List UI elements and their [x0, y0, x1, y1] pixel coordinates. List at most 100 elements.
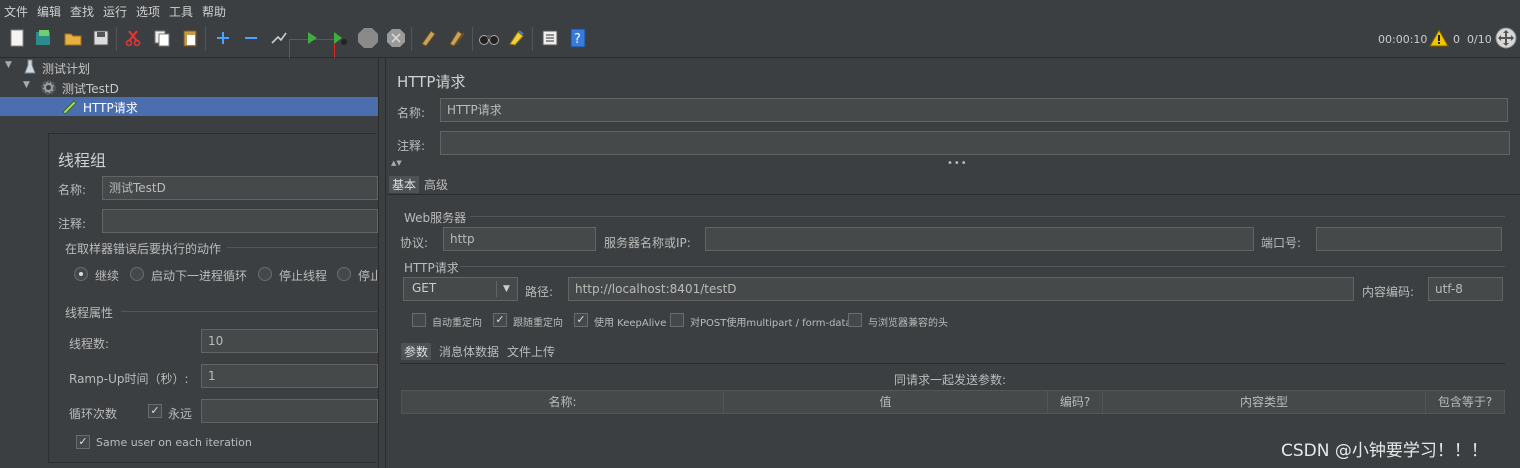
- vertical-splitter[interactable]: [378, 58, 386, 468]
- tab-basic[interactable]: 基本: [389, 176, 420, 193]
- column-header-content-type[interactable]: 内容类型: [1102, 390, 1426, 414]
- start-icon[interactable]: [301, 27, 323, 49]
- thread-count-input[interactable]: 10: [201, 329, 378, 353]
- collapse-arrows-icon[interactable]: ▲▼: [391, 159, 402, 167]
- encoding-label: 内容编码:: [1362, 285, 1415, 299]
- stop-icon[interactable]: [357, 27, 379, 49]
- split-handle-icon[interactable]: •••: [947, 158, 968, 169]
- tab-params[interactable]: 参数: [401, 343, 432, 360]
- toolbar-separator: [116, 27, 117, 51]
- menu-find[interactable]: 查找: [70, 3, 94, 20]
- path-label: 路径:: [525, 285, 554, 299]
- radio-next-loop[interactable]: [130, 267, 144, 281]
- server-label: 服务器名称或IP:: [604, 236, 691, 250]
- search-icon[interactable]: [478, 27, 500, 49]
- server-input[interactable]: [705, 227, 1254, 251]
- radio-stop-thread[interactable]: [258, 267, 272, 281]
- group-divider: [227, 247, 377, 248]
- tree-node-test-plan[interactable]: ▼ 测试计划: [0, 58, 378, 77]
- toolbar-separator: [532, 27, 533, 51]
- new-icon[interactable]: [6, 27, 28, 49]
- column-header-name[interactable]: 名称:: [401, 390, 724, 414]
- tree-node-thread-group[interactable]: ▼ 测试TestD: [0, 78, 378, 97]
- templates-icon[interactable]: [32, 27, 54, 49]
- forever-checkbox[interactable]: ✓: [148, 404, 162, 418]
- column-header-value[interactable]: 值: [723, 390, 1048, 414]
- chevron-down-icon[interactable]: ▼: [5, 60, 12, 70]
- help-icon[interactable]: ?: [567, 27, 589, 49]
- menu-help[interactable]: 帮助: [202, 3, 226, 20]
- expand-icon[interactable]: [212, 27, 234, 49]
- menu-edit[interactable]: 编辑: [37, 3, 61, 20]
- same-user-label: Same user on each iteration: [96, 436, 252, 449]
- tree-node-http-request[interactable]: HTTP请求: [0, 97, 378, 116]
- radio-continue[interactable]: [74, 267, 88, 281]
- keepalive-checkbox[interactable]: ✓: [574, 313, 588, 327]
- warning-icon[interactable]: [1429, 28, 1449, 50]
- thread-count-label: 线程数:: [69, 337, 110, 351]
- rampup-input[interactable]: 1: [201, 364, 378, 388]
- rampup-label: Ramp-Up时间（秒）:: [69, 372, 189, 386]
- menu-tools[interactable]: 工具: [169, 3, 193, 20]
- paste-icon[interactable]: [179, 27, 201, 49]
- method-value: GET: [412, 281, 437, 295]
- test-plan-tree: ▼ 测试计划 ▼ 测试TestD HTTP请求: [0, 58, 378, 118]
- clear-icon[interactable]: [417, 27, 439, 49]
- radio-stop-test[interactable]: [337, 267, 351, 281]
- sampler-name-input[interactable]: HTTP请求: [440, 98, 1508, 122]
- gear-icon: [40, 79, 57, 99]
- keepalive-label: 使用 KeepAlive: [594, 318, 667, 329]
- sampler-comment-input[interactable]: [440, 131, 1510, 155]
- menu-options[interactable]: 选项: [136, 3, 160, 20]
- browser-headers-checkbox[interactable]: [848, 313, 862, 327]
- open-icon[interactable]: [62, 27, 84, 49]
- follow-redirect-label: 跟随重定向: [513, 318, 563, 329]
- loop-count-input[interactable]: [201, 399, 378, 423]
- column-header-include-equals[interactable]: 包含等于?: [1425, 390, 1505, 414]
- same-user-checkbox[interactable]: ✓: [76, 435, 90, 449]
- cut-icon[interactable]: [122, 27, 144, 49]
- encoding-input[interactable]: utf-8: [1428, 277, 1503, 301]
- tree-node-label: HTTP请求: [83, 101, 138, 115]
- function-helper-icon[interactable]: [539, 27, 561, 49]
- tree-node-label: 测试计划: [42, 62, 91, 76]
- auto-redirect-checkbox[interactable]: [412, 313, 426, 327]
- pipette-icon: [61, 98, 79, 117]
- protocol-input[interactable]: http: [443, 227, 596, 251]
- menu-run[interactable]: 运行: [103, 3, 127, 20]
- shutdown-icon[interactable]: [385, 27, 407, 49]
- clear-all-icon[interactable]: [446, 27, 468, 49]
- follow-redirect-checkbox[interactable]: ✓: [493, 313, 507, 327]
- tab-file-upload[interactable]: 文件上传: [504, 343, 558, 360]
- tab-body-data[interactable]: 消息体数据: [436, 343, 502, 360]
- port-input[interactable]: [1316, 227, 1502, 251]
- chevron-down-icon[interactable]: ▼: [23, 80, 30, 90]
- remote-status-icon[interactable]: [1495, 27, 1517, 52]
- menu-file[interactable]: 文件: [4, 3, 28, 20]
- thread-group-comment-input[interactable]: [102, 209, 378, 233]
- http-request-title: HTTP请求: [404, 261, 459, 275]
- toolbar-separator: [472, 27, 473, 51]
- thread-group-name-input[interactable]: 测试TestD: [102, 176, 378, 200]
- svg-text:?: ?: [574, 32, 581, 47]
- method-select[interactable]: GET ▼: [403, 277, 518, 301]
- thread-group-panel: 线程组 名称: 测试TestD 注释: 在取样器错误后要执行的动作 继续 启动下…: [48, 133, 378, 463]
- path-input[interactable]: http://localhost:8401/testD: [568, 277, 1354, 301]
- browser-headers-label: 与浏览器兼容的头: [868, 318, 948, 329]
- forever-label: 永远: [168, 407, 193, 421]
- toolbar: ? 00:00:10 0 0/10: [0, 21, 1520, 77]
- start-no-pause-icon[interactable]: [329, 27, 351, 49]
- save-icon[interactable]: [90, 27, 112, 49]
- thread-props-title: 线程属性: [65, 306, 114, 320]
- collapse-icon[interactable]: [240, 27, 262, 49]
- toggle-icon[interactable]: [268, 27, 290, 49]
- group-divider: [121, 311, 377, 312]
- menu-bar: 文件 编辑 查找 运行 选项 工具 帮助: [0, 0, 1520, 21]
- chevron-down-icon[interactable]: ▼: [496, 281, 516, 297]
- tab-advanced[interactable]: 高级: [421, 176, 451, 193]
- multipart-checkbox[interactable]: [670, 313, 684, 327]
- column-header-encode[interactable]: 编码?: [1047, 390, 1103, 414]
- reset-search-icon[interactable]: [506, 27, 528, 49]
- copy-icon[interactable]: [151, 27, 173, 49]
- tree-node-label: 测试TestD: [62, 82, 119, 96]
